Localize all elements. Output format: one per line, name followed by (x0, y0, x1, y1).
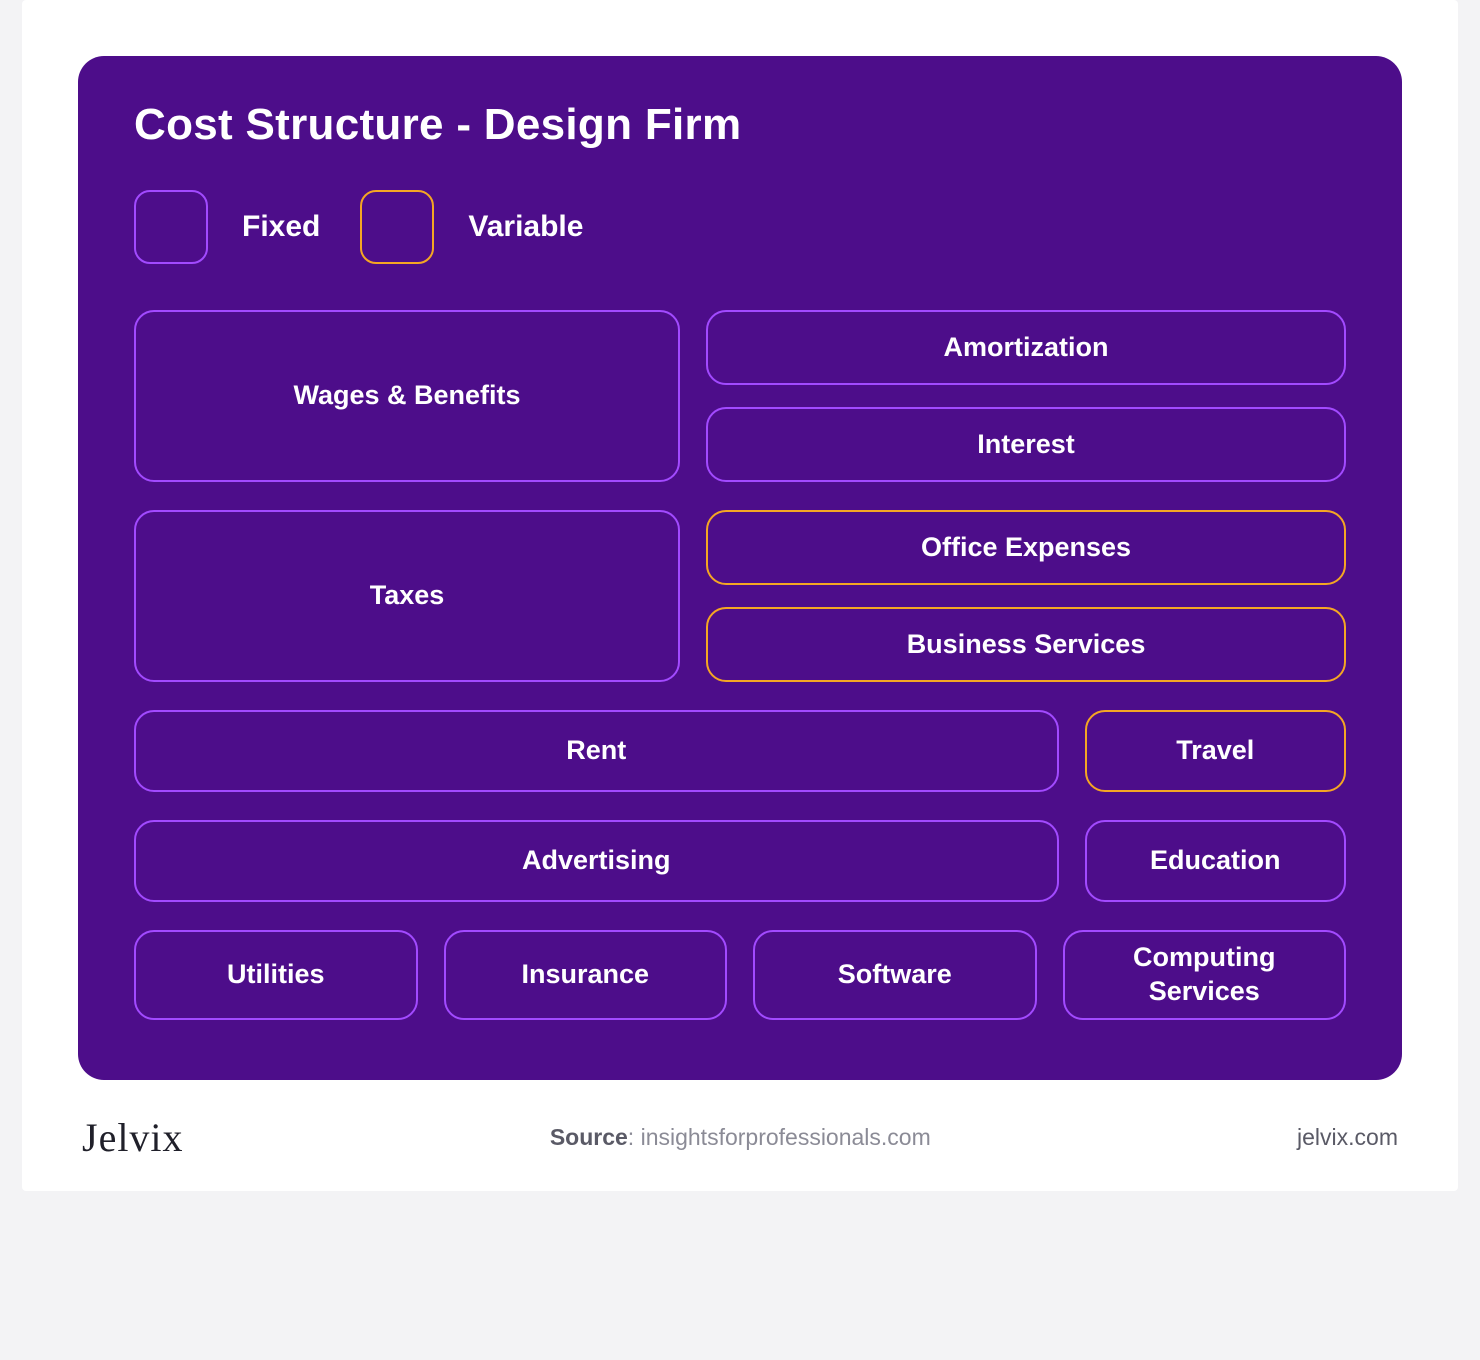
col-office-business: Office Expenses Business Services (706, 510, 1346, 682)
legend-item-variable: Variable (360, 190, 583, 264)
row-rent: Rent Travel (134, 710, 1346, 792)
legend: Fixed Variable (134, 190, 1346, 264)
box-utilities: Utilities (134, 930, 418, 1020)
diagram-panel: Cost Structure - Design Firm Fixed Varia… (78, 56, 1402, 1080)
source-label: Source (550, 1124, 628, 1150)
source-line: Source: insightsforprofessionals.com (550, 1124, 931, 1151)
site-label: jelvix.com (1297, 1124, 1398, 1151)
source-value: insightsforprofessionals.com (641, 1124, 931, 1150)
row-advertising: Advertising Education (134, 820, 1346, 902)
box-amortization: Amortization (706, 310, 1346, 385)
box-rent: Rent (134, 710, 1059, 792)
box-computing-services: Computing Services (1063, 930, 1347, 1020)
box-taxes: Taxes (134, 510, 680, 682)
legend-item-fixed: Fixed (134, 190, 320, 264)
box-advertising: Advertising (134, 820, 1059, 902)
cost-grid: Wages & Benefits Amortization Interest T… (134, 310, 1346, 1020)
box-interest: Interest (706, 407, 1346, 482)
box-business-services: Business Services (706, 607, 1346, 682)
col-amortization-interest: Amortization Interest (706, 310, 1346, 482)
legend-label-fixed: Fixed (242, 210, 320, 244)
source-colon: : (628, 1124, 641, 1150)
box-wages-benefits: Wages & Benefits (134, 310, 680, 482)
canvas: Cost Structure - Design Firm Fixed Varia… (22, 0, 1458, 1191)
row-taxes: Taxes Office Expenses Business Services (134, 510, 1346, 682)
legend-swatch-fixed (134, 190, 208, 264)
row-wages: Wages & Benefits Amortization Interest (134, 310, 1346, 482)
legend-label-variable: Variable (468, 210, 583, 244)
brand-logo: Jelvix (82, 1114, 184, 1161)
box-insurance: Insurance (444, 930, 728, 1020)
diagram-title: Cost Structure - Design Firm (134, 100, 1346, 150)
footer: Jelvix Source: insightsforprofessionals.… (78, 1114, 1402, 1161)
box-education: Education (1085, 820, 1346, 902)
legend-swatch-variable (360, 190, 434, 264)
box-office-expenses: Office Expenses (706, 510, 1346, 585)
box-travel: Travel (1085, 710, 1346, 792)
row-utilities: Utilities Insurance Software Computing S… (134, 930, 1346, 1020)
box-software: Software (753, 930, 1037, 1020)
page: Cost Structure - Design Firm Fixed Varia… (0, 0, 1480, 1360)
